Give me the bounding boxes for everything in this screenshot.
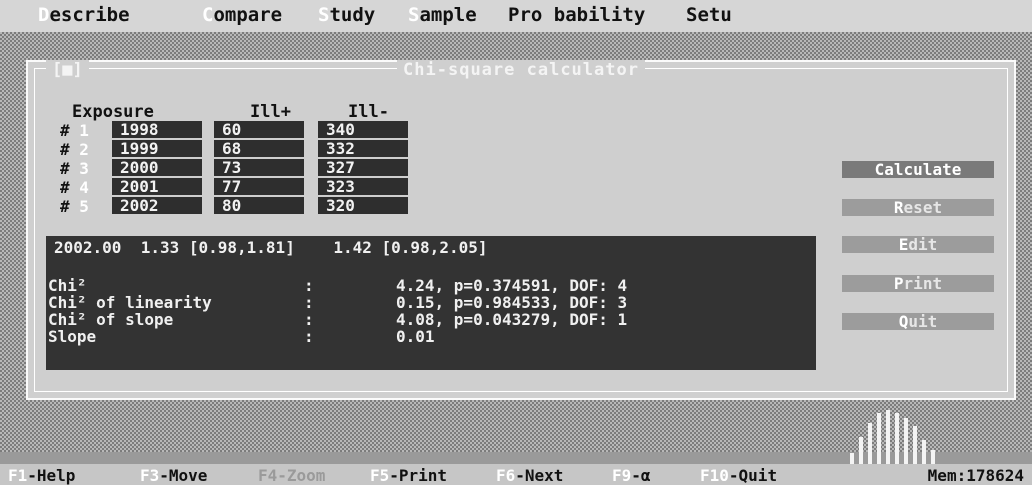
status-bar: F1-Help F3-Move F4-Zoom F5-Print F6-Next… (0, 464, 1032, 485)
stat-separator: : (304, 327, 314, 346)
menu-describe[interactable]: Describe (38, 4, 130, 26)
ill-negative-field[interactable]: 327 (318, 159, 408, 176)
header-exposure: Exposure (72, 102, 154, 122)
quit-button[interactable]: Quit (842, 313, 1004, 335)
next-key[interactable]: F6-Next (496, 466, 563, 485)
ill-positive-field[interactable]: 77 (214, 178, 304, 195)
histogram-bar (850, 453, 854, 464)
histogram-bar (895, 413, 899, 464)
ill-negative-field[interactable]: 332 (318, 140, 408, 157)
menu-study[interactable]: Study (318, 4, 375, 26)
ill-positive-field[interactable]: 80 (214, 197, 304, 214)
menu-probability[interactable]: Pro bability (508, 4, 645, 26)
exposure-field[interactable]: 2000 (112, 159, 202, 176)
exposure-field[interactable]: 2002 (112, 197, 202, 214)
distribution-histogram-icon (850, 408, 950, 464)
quit-key[interactable]: F10-Quit (700, 466, 777, 485)
row-number: # 3 (60, 159, 89, 178)
histogram-bar (913, 426, 917, 464)
exposure-field[interactable]: 1999 (112, 140, 202, 157)
ill-positive-field[interactable]: 73 (214, 159, 304, 176)
dialog-title: Chi-square calculator (28, 60, 1014, 80)
header-ill-negative: Ill- (348, 102, 389, 122)
ill-negative-field[interactable]: 323 (318, 178, 408, 195)
menu-sample[interactable]: Sample (408, 4, 477, 26)
ill-positive-field[interactable]: 60 (214, 121, 304, 138)
histogram-bar (904, 418, 908, 464)
ill-negative-field[interactable]: 320 (318, 197, 408, 214)
print-key[interactable]: F5-Print (370, 466, 447, 485)
results-panel: 2002.00 1.33 [0.98,1.81] 1.42 [0.98,2.05… (46, 236, 816, 370)
stat-label: Slope (48, 327, 97, 346)
exposure-field[interactable]: 2001 (112, 178, 202, 195)
menu-setup[interactable]: Setu (686, 4, 732, 26)
help-key[interactable]: F1-Help (8, 466, 75, 485)
row-number: # 1 (60, 121, 89, 140)
menu-bar: Describe Compare Study Sample Pro babili… (0, 0, 1032, 32)
reset-button[interactable]: Reset (842, 199, 1004, 221)
menu-compare[interactable]: Compare (202, 4, 282, 26)
histogram-bar (886, 410, 890, 464)
exposure-field[interactable]: 1998 (112, 121, 202, 138)
move-key[interactable]: F3-Move (140, 466, 207, 485)
stat-value: 0.01 (396, 327, 435, 346)
memory-readout: Mem:178624 (927, 466, 1024, 485)
row-number: # 2 (60, 140, 89, 159)
edit-button[interactable]: Edit (842, 236, 1004, 258)
zoom-key: F4-Zoom (258, 466, 326, 485)
row-number: # 5 (60, 197, 89, 216)
histogram-bar (877, 413, 881, 464)
print-button[interactable]: Print (842, 275, 1004, 297)
calculate-button[interactable]: Calculate (842, 161, 1004, 183)
header-ill-positive: Ill+ (250, 102, 291, 122)
histogram-bar (931, 450, 935, 464)
histogram-bar (922, 440, 926, 464)
row-number: # 4 (60, 178, 89, 197)
ill-negative-field[interactable]: 340 (318, 121, 408, 138)
ill-positive-field[interactable]: 68 (214, 140, 304, 157)
results-summary: 2002.00 1.33 [0.98,1.81] 1.42 [0.98,2.05… (54, 238, 488, 257)
histogram-bar (868, 423, 872, 464)
alpha-key[interactable]: F9-α (612, 466, 651, 485)
histogram-bar (859, 437, 863, 464)
